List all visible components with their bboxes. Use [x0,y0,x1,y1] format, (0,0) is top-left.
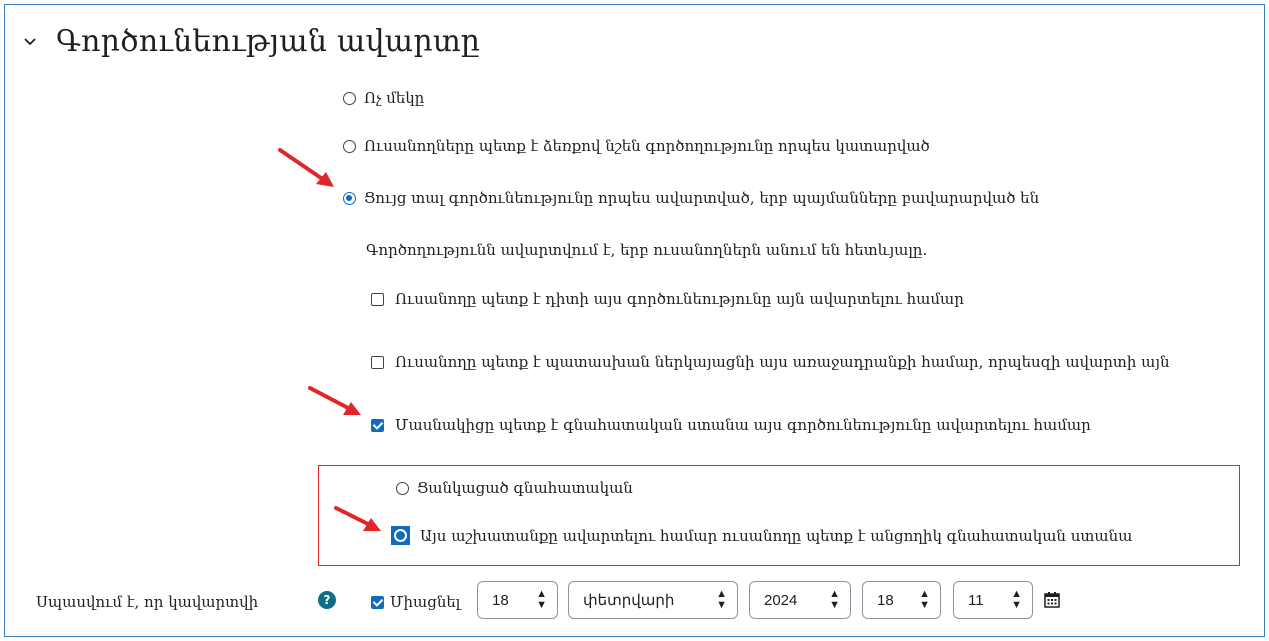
condition-view[interactable]: Ուսանողը պետք է դիտի այս գործունեություն… [371,290,964,308]
radio-pass-grade[interactable] [391,526,410,545]
year-select[interactable]: 2024 ▲ ▼ [749,581,851,619]
minute-select[interactable]: 11 ▲ ▼ [953,581,1033,619]
option-manual[interactable]: Ուսանողները պետք է ձեռքով նշեն գործողութ… [343,137,930,155]
radio-manual[interactable] [343,139,356,153]
checkbox-grade[interactable] [371,418,384,432]
help-icon[interactable]: ? [318,591,336,609]
hour-value: 18 [877,591,894,609]
option-any-grade[interactable]: Ցանկացած գնահատական [396,479,633,497]
option-none[interactable]: Ոչ մեկը [343,89,424,107]
option-pass-grade-label: Այս աշխատանքը ավարտելու համար ուսանողը պ… [420,526,1133,545]
condition-grade[interactable]: Մասնակիցը պետք է գնահատական ստանա այս գո… [371,416,1091,434]
minute-value: 11 [968,591,984,609]
checkbox-enable[interactable] [371,595,384,609]
month-value: փետրվարի [583,592,675,609]
section-header[interactable]: Գործունեության ավարտը [22,24,480,59]
condition-submit-label: Ուսանողը պետք է պատասխան ներկայացնի այս … [395,353,1170,371]
radio-any-grade[interactable] [396,481,409,495]
option-pass-grade[interactable]: Այս աշխատանքը ավարտելու համար ուսանողը պ… [391,526,1132,545]
select-caret-icon: ▲ ▼ [1011,588,1022,611]
arrow-icon [308,386,361,415]
arrow-icon [278,148,334,187]
day-select[interactable]: 18 ▲ ▼ [477,581,558,619]
calendar-icon[interactable] [1044,592,1060,608]
option-manual-label: Ուսանողները պետք է ձեռքով նշեն գործողութ… [364,137,930,155]
month-select[interactable]: փետրվարի ▲ ▼ [568,581,738,619]
option-none-label: Ոչ մեկը [364,89,425,107]
chevron-down-icon[interactable] [22,34,38,50]
day-value: 18 [492,591,509,609]
checkbox-submit[interactable] [371,355,384,369]
option-auto-label: Ցույց տալ գործունեությունը որպես ավարտվա… [364,189,1040,207]
expected-label: Սպասվում է, որ կավարտվի [36,593,259,611]
arrow-icon [334,506,381,531]
select-caret-icon: ▲ ▼ [829,588,840,611]
option-auto[interactable]: Ցույց տալ գործունեությունը որպես ավարտվա… [343,189,1039,207]
conditions-intro: Գործողությունն ավարտվում է, երբ ուսանողն… [366,241,928,259]
option-any-grade-label: Ցանկացած գնահատական [417,479,633,497]
condition-grade-label: Մասնակիցը պետք է գնահատական ստանա այս գո… [395,416,1091,434]
radio-auto[interactable] [343,191,356,205]
select-caret-icon: ▲ ▼ [919,588,930,611]
checkbox-view[interactable] [371,292,384,306]
hour-select[interactable]: 18 ▲ ▼ [862,581,941,619]
section-title: Գործունեության ավարտը [56,24,481,59]
select-caret-icon: ▲ ▼ [716,588,727,611]
year-value: 2024 [764,591,798,609]
expected-enable-label: Միացնել [390,593,461,611]
radio-none[interactable] [343,91,356,105]
condition-submit[interactable]: Ուսանողը պետք է պատասխան ներկայացնի այս … [371,353,1170,371]
select-caret-icon: ▲ ▼ [536,588,547,611]
expected-enable[interactable]: Միացնել [371,593,460,611]
condition-view-label: Ուսանողը պետք է դիտի այս գործունեություն… [395,290,964,308]
